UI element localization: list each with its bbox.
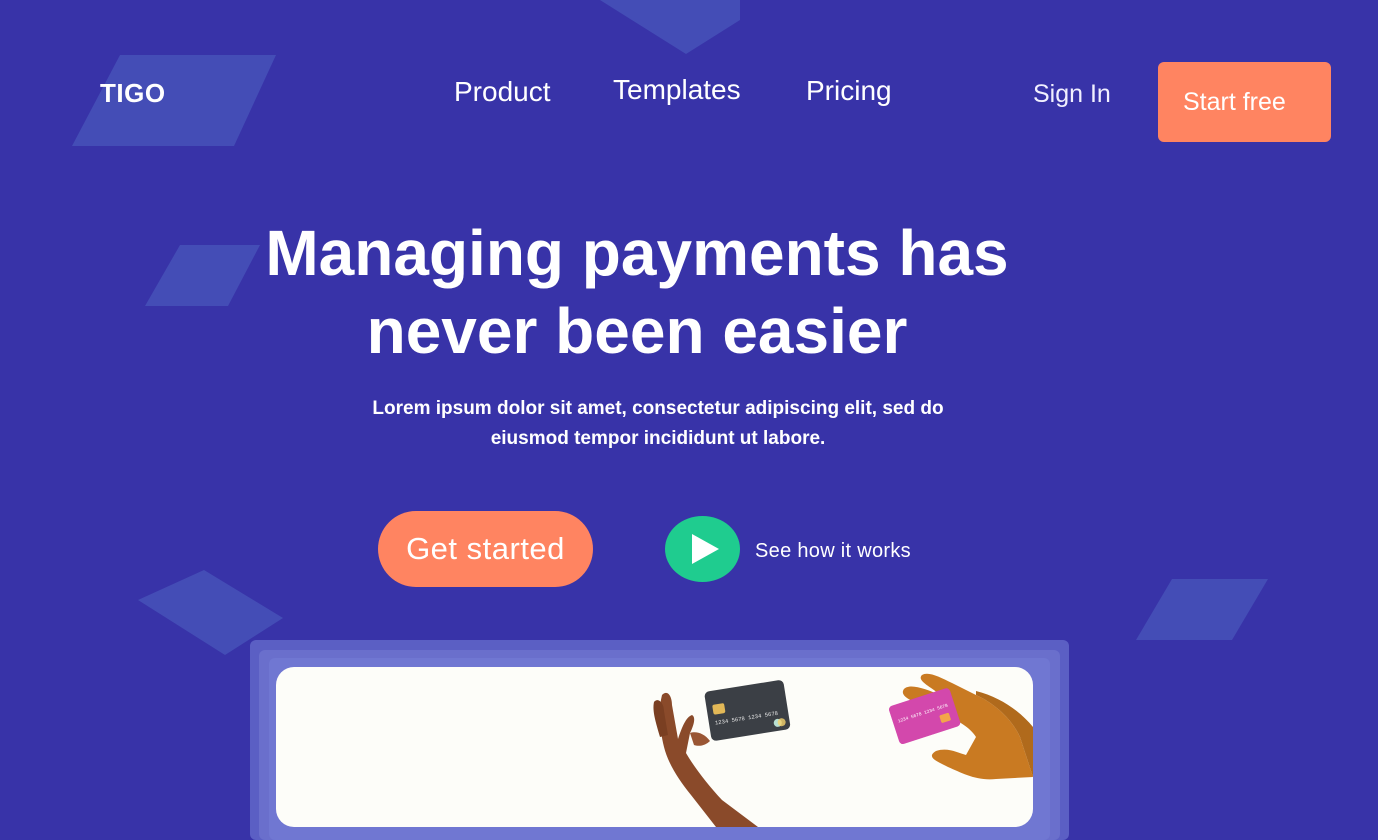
nav-item-product[interactable]: Product xyxy=(454,76,551,108)
hero-subtitle: Lorem ipsum dolor sit amet, consectetur … xyxy=(340,394,976,454)
deco-shape xyxy=(1136,579,1268,640)
play-video-button[interactable] xyxy=(665,516,740,582)
start-free-button[interactable]: Start free xyxy=(1158,62,1331,142)
hero-subtitle-line-1: Lorem ipsum dolor sit amet, consectetur … xyxy=(372,398,944,419)
hero-title-line-2: never been easier xyxy=(366,295,908,367)
preview-screen: 1234 5678 1234 5678 1234 5678 1234 5678 xyxy=(276,667,1033,827)
hero-subtitle-line-2: eiusmod tempor incididunt ut labore. xyxy=(490,428,826,449)
get-started-button[interactable]: Get started xyxy=(378,511,593,587)
nav-item-templates[interactable]: Templates xyxy=(613,74,741,106)
sign-in-link[interactable]: Sign In xyxy=(1033,80,1111,109)
see-how-it-works-link[interactable]: See how it works xyxy=(755,540,911,563)
deco-shape xyxy=(600,0,740,54)
hero-title: Managing payments has never been easier xyxy=(180,214,1094,370)
hero-title-line-1: Managing payments has xyxy=(265,217,1009,289)
dark-credit-card: 1234 5678 1234 5678 xyxy=(704,680,791,741)
payment-illustration: 1234 5678 1234 5678 1234 5678 1234 5678 xyxy=(653,673,1033,827)
play-icon xyxy=(692,534,719,564)
logo[interactable]: TIGO xyxy=(100,78,166,109)
nav-item-pricing[interactable]: Pricing xyxy=(806,75,892,107)
card-chip-icon xyxy=(712,703,726,715)
pink-credit-card: 1234 5678 1234 5678 xyxy=(889,688,961,745)
